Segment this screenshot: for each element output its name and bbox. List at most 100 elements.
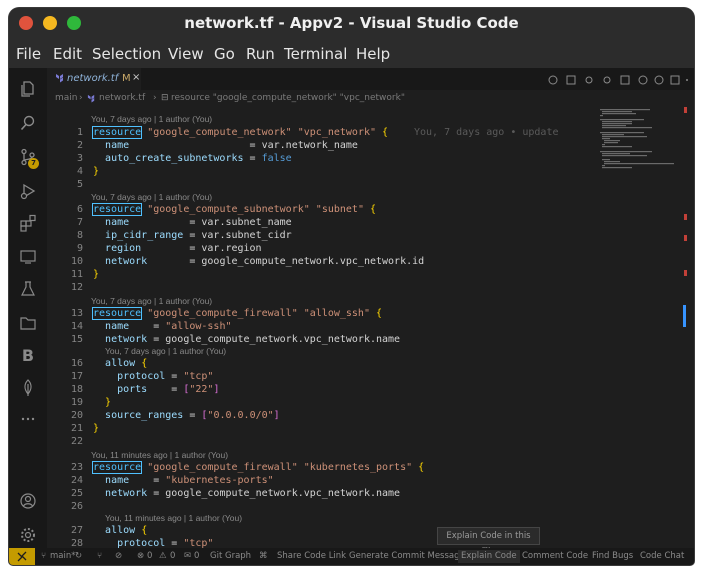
b-extension-icon[interactable]: B [18,346,38,366]
code-text: resource "google_compute_firewall" "allo… [91,307,383,320]
menu-terminal[interactable]: Terminal [284,45,347,63]
line-number: 2 [76,140,83,151]
error-count[interactable]: 0 [147,551,152,561]
vertical-scrollbar[interactable] [681,107,689,548]
git-graph-button[interactable]: Git Graph [210,551,251,561]
title-bar: network.tf - Appv2 - Visual Studio Code [9,8,694,40]
remote-indicator[interactable] [9,548,35,565]
line-number: 11 [70,269,83,280]
account-icon[interactable] [18,492,38,512]
menu-go[interactable]: Go [214,45,235,63]
code-chat-button[interactable]: Code Chat [640,551,684,561]
codelens-author[interactable]: You, 7 days ago | 1 author (You) [91,295,212,307]
codelens-author[interactable]: You, 7 days ago | 1 author (You) [105,345,226,357]
codelens-author[interactable]: You, 7 days ago | 1 author (You) [91,113,212,125]
activity-bar: 7 B [9,68,47,548]
codelens-author[interactable]: You, 7 days ago | 1 author (You) [91,191,212,203]
code-text: auto_create_subnetworks = false [105,153,292,164]
sync-icon[interactable]: ↻ [75,551,82,561]
code-line: 13 resource "google_compute_firewall" "al… [47,307,592,320]
share-code-link-button[interactable]: Share Code Link [277,551,346,561]
code-line: 22 [47,435,592,448]
warning-icon[interactable]: ⚠ [159,551,167,561]
info-count[interactable]: 0 [194,551,199,561]
line-number: 28 [70,538,83,548]
git-icon[interactable]: ⑂ [97,551,102,561]
more-icon[interactable] [18,410,38,430]
line-number: 25 [70,488,83,499]
code-text: ip_cidr_range = var.subnet_cidr [105,230,292,241]
vscode-window: network.tf - Appv2 - Visual Studio Code … [9,8,694,565]
code-text: } [93,166,100,177]
code-text: ports = ["22"] [117,384,220,395]
folder-icon[interactable] [18,314,38,334]
editor-actions [547,72,692,86]
breadcrumb-root[interactable]: main [55,93,78,103]
code-text: } [93,423,100,434]
branch-icon: ⑂ [41,551,47,561]
extensions-icon[interactable] [18,214,38,234]
generate-commit-button[interactable]: Generate Commit Message [349,551,465,561]
code-text: resource "google_compute_network" "vpc_n… [91,126,389,139]
branch-name[interactable]: main* [50,551,76,561]
menu-run[interactable]: Run [246,45,275,63]
editor-tabs: network.tf M × [47,68,694,90]
search-icon[interactable] [18,114,38,134]
menu-file[interactable]: File [16,45,41,63]
code-line: 12 [47,281,592,294]
line-number: 6 [76,204,83,215]
line-number: 23 [70,462,83,473]
symbol-icon: ⊟ [161,93,169,103]
codelens-author[interactable]: You, 11 minutes ago | 1 author (You) [91,449,228,461]
code-text: resource "google_compute_subnetwork" "su… [91,203,377,216]
line-number: 7 [76,217,83,228]
line-number: 5 [76,179,83,190]
line-number: 10 [70,256,83,267]
source-control-icon[interactable]: 7 [18,148,39,169]
menu-bar: File Edit Selection View Go Run Terminal… [9,40,694,68]
code-text: source_ranges = ["0.0.0.0/0"] [105,410,280,421]
tab-network-tf[interactable]: network.tf M × [47,68,141,90]
scroll-marker [684,214,687,220]
line-number: 4 [76,166,83,177]
leaf-icon[interactable] [18,378,38,398]
testing-icon[interactable] [18,280,38,300]
code-line: 18 ports = ["22"] [47,383,592,396]
explorer-icon[interactable] [18,80,38,100]
terraform-file-icon [55,73,65,86]
explain-code-button[interactable]: Explain Code [458,550,520,563]
tooltip: Explain Code in this File [437,527,540,557]
line-number: 27 [70,525,83,536]
line-number: 15 [70,334,83,345]
code-line: 3 auto_create_subnetworks = false [47,152,592,165]
line-number: 9 [76,243,83,254]
code-text: name = var.network_name [105,140,358,151]
line-number: 18 [70,384,83,395]
menu-help[interactable]: Help [356,45,390,63]
menu-edit[interactable]: Edit [53,45,82,63]
scroll-marker [684,270,687,276]
info-icon[interactable]: ✉ [184,551,191,561]
minimap[interactable] [598,107,678,548]
code-editor[interactable]: You, 7 days ago | 1 author (You) 1 resour… [47,107,592,548]
error-icon[interactable]: ⊗ [137,551,144,561]
modified-indicator: M [122,73,131,84]
code-text: protocol = "tcp" [117,371,214,382]
line-number: 16 [70,358,83,369]
warning-count[interactable]: 0 [170,551,175,561]
menu-view[interactable]: View [168,45,204,63]
find-bugs-button[interactable]: Find Bugs [592,551,633,561]
codelens-author[interactable]: You, 11 minutes ago | 1 author (You) [105,512,242,524]
menu-selection[interactable]: Selection [92,45,161,63]
code-line: 23 resource "google_compute_firewall" "ku… [47,461,592,474]
remote-explorer-icon[interactable] [18,248,38,268]
breadcrumb-file[interactable]: network.tf [99,93,145,103]
window-title: network.tf - Appv2 - Visual Studio Code [184,14,519,32]
tab-close-icon[interactable]: × [132,72,140,83]
code-line: 2 name = var.network_name [47,139,592,152]
ports-icon[interactable]: ⊘ [115,551,122,561]
breadcrumb-symbol[interactable]: resource "google_compute_network" "vpc_n… [171,93,405,103]
settings-gear-icon[interactable] [18,526,38,546]
run-debug-icon[interactable] [18,182,38,202]
comment-code-button[interactable]: Comment Code [522,551,588,561]
